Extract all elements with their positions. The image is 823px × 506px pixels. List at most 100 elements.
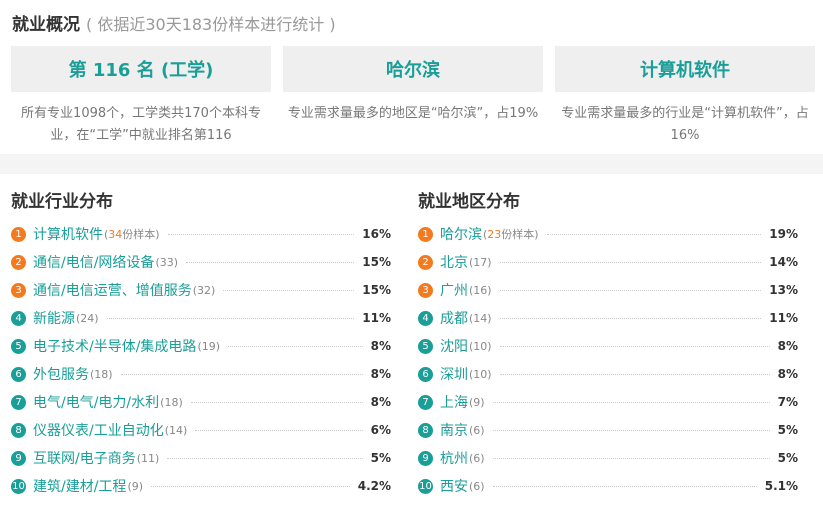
percentage-value: 6%	[370, 423, 391, 437]
percentage-value: 5%	[777, 423, 798, 437]
percentage-value: 19%	[769, 227, 798, 241]
summary-card-industry: 计算机软件	[555, 46, 815, 92]
industry-row: 10 建筑/建材/工程 (9) 4.2%	[11, 472, 391, 500]
percentage-value: 15%	[362, 255, 391, 269]
sample-count-value: 14	[473, 311, 488, 325]
sample-count-value: 10	[473, 367, 488, 381]
item-name-link[interactable]: 西安	[440, 476, 468, 496]
sample-count: (33)	[155, 255, 179, 269]
dotted-leader	[499, 373, 770, 375]
item-name-link[interactable]: 杭州	[440, 448, 468, 468]
sample-count-value: 18	[94, 367, 109, 381]
region-row: 9 杭州 (6) 5%	[418, 444, 798, 472]
rank-badge: 5	[11, 338, 26, 354]
percentage-value: 14%	[769, 255, 798, 269]
region-row: 8 南京 (6) 5%	[418, 416, 798, 444]
percentage-value: 8%	[777, 339, 798, 353]
sample-count: (16)	[469, 283, 492, 297]
sample-count: (10)	[469, 339, 492, 353]
percentage-value: 5.1%	[764, 479, 798, 493]
dotted-leader	[186, 261, 355, 263]
rank-badge: 3	[418, 282, 433, 298]
sample-count: (6)	[469, 479, 485, 493]
item-name-link[interactable]: 电子技术/半导体/集成电路	[33, 336, 196, 356]
sample-count-value: 33	[159, 255, 174, 269]
dotted-leader	[223, 289, 355, 291]
dotted-leader	[195, 429, 363, 431]
rank-badge: 5	[418, 338, 433, 354]
region-row: 2 北京 (17) 14%	[418, 248, 798, 276]
sample-count-value: 18	[164, 395, 179, 409]
dotted-leader	[499, 289, 762, 291]
dotted-leader	[190, 401, 363, 403]
percentage-value: 5%	[370, 451, 391, 465]
summary-card-industry-headline: 计算机软件	[640, 60, 730, 81]
dotted-leader	[492, 401, 770, 403]
rank-badge: 4	[418, 310, 433, 326]
item-name-link[interactable]: 沈阳	[440, 336, 468, 356]
summary-region-description: 专业需求量最多的地区是“哈尔滨”，占19%	[287, 106, 539, 121]
sample-count-value: 10	[473, 339, 488, 353]
item-name-link[interactable]: 上海	[440, 392, 468, 412]
sample-count: (6)	[469, 423, 485, 437]
rank-badge: 9	[418, 450, 433, 466]
percentage-value: 8%	[370, 367, 391, 381]
item-name-link[interactable]: 成都	[440, 308, 468, 328]
item-name-link[interactable]: 互联网/电子商务	[33, 448, 136, 468]
summary-card-region: 哈尔滨	[283, 46, 543, 92]
item-name-link[interactable]: 外包服务	[33, 364, 89, 384]
sample-count: (14)	[164, 423, 188, 437]
rank-badge: 7	[418, 394, 433, 410]
sample-count-value: 32	[197, 283, 212, 297]
sample-count-value: 24	[80, 311, 95, 325]
percentage-value: 8%	[370, 339, 391, 353]
item-name-link[interactable]: 广州	[440, 280, 468, 300]
sample-count: (9)	[469, 395, 485, 409]
industry-row: 8 仪器仪表/工业自动化 (14) 6%	[11, 416, 391, 444]
section-divider	[0, 154, 823, 174]
region-list: 1 哈尔滨 (23份样本) 19% 2 北京 (17) 14% 3 广州 (16) 13% 4 成都 (14…	[418, 220, 798, 500]
sample-count: (23份样本)	[483, 228, 539, 241]
dotted-leader	[167, 233, 355, 235]
item-name-link[interactable]: 通信/电信/网络设备	[33, 252, 154, 272]
item-name-link[interactable]: 深圳	[440, 364, 468, 384]
region-row: 1 哈尔滨 (23份样本) 19%	[418, 220, 798, 248]
item-name-link[interactable]: 建筑/建材/工程	[33, 476, 126, 496]
industry-row: 4 新能源 (24) 11%	[11, 304, 391, 332]
dotted-leader	[151, 485, 350, 487]
percentage-value: 11%	[769, 311, 798, 325]
item-name-link[interactable]: 南京	[440, 420, 468, 440]
sample-count: (6)	[469, 451, 485, 465]
rank-badge: 7	[11, 394, 26, 410]
percentage-value: 16%	[362, 227, 391, 241]
region-row: 10 西安 (6) 5.1%	[418, 472, 798, 500]
item-name-link[interactable]: 计算机软件	[33, 224, 103, 244]
dotted-leader	[492, 485, 757, 487]
overview-header: 就业概况 ( 依据近30天183份样本进行统计 )	[12, 10, 336, 35]
item-name-link[interactable]: 电气/电气/电力/水利	[33, 392, 159, 412]
sample-count-value: 23	[487, 228, 502, 241]
region-row: 6 深圳 (10) 8%	[418, 360, 798, 388]
item-name-link[interactable]: 新能源	[33, 308, 75, 328]
industry-row: 7 电气/电气/电力/水利 (18) 8%	[11, 388, 391, 416]
region-row: 3 广州 (16) 13%	[418, 276, 798, 304]
item-name-link[interactable]: 通信/电信运营、增值服务	[33, 280, 192, 300]
sample-count-suffix: 份样本	[501, 228, 535, 241]
rank-badge: 1	[418, 226, 433, 242]
sample-count-value: 9	[131, 479, 139, 493]
rank-badge: 6	[11, 366, 26, 382]
percentage-value: 5%	[777, 451, 798, 465]
dotted-leader	[546, 233, 762, 235]
summary-card-region-headline: 哈尔滨	[386, 60, 440, 81]
sample-count-value: 11	[141, 451, 156, 465]
dotted-leader	[120, 373, 363, 375]
item-name-link[interactable]: 北京	[440, 252, 468, 272]
sample-count-value: 19	[201, 339, 216, 353]
rank-badge: 10	[418, 478, 433, 494]
item-name-link[interactable]: 仪器仪表/工业自动化	[33, 420, 164, 440]
dotted-leader	[499, 345, 770, 347]
industry-row: 9 互联网/电子商务 (11) 5%	[11, 444, 391, 472]
item-name-link[interactable]: 哈尔滨	[440, 224, 482, 244]
percentage-value: 7%	[777, 395, 798, 409]
sample-count: (24)	[76, 311, 99, 325]
